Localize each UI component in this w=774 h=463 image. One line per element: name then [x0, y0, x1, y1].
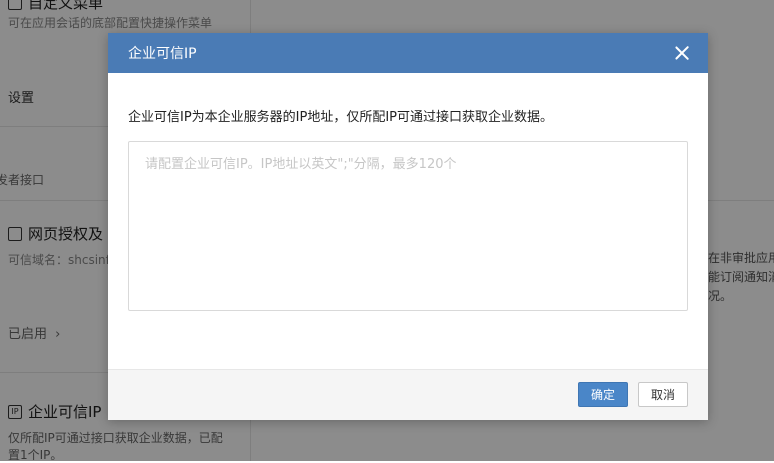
dialog-footer: 确定 取消: [108, 369, 708, 420]
cancel-button[interactable]: 取消: [638, 382, 688, 407]
dialog-description: 企业可信IP为本企业服务器的IP地址，仅所配IP可通过接口获取企业数据。: [128, 110, 554, 125]
confirm-button[interactable]: 确定: [578, 382, 628, 407]
close-icon[interactable]: [674, 45, 690, 61]
dialog-body: 企业可信IP为本企业服务器的IP地址，仅所配IP可通过接口获取企业数据。: [108, 106, 708, 311]
trusted-ip-dialog: 企业可信IP 企业可信IP为本企业服务器的IP地址，仅所配IP可通过接口获取企业…: [108, 33, 708, 420]
dialog-title: 企业可信IP: [128, 46, 197, 62]
dialog-header: 企业可信IP: [108, 33, 708, 73]
trusted-ip-textarea[interactable]: [128, 141, 688, 311]
